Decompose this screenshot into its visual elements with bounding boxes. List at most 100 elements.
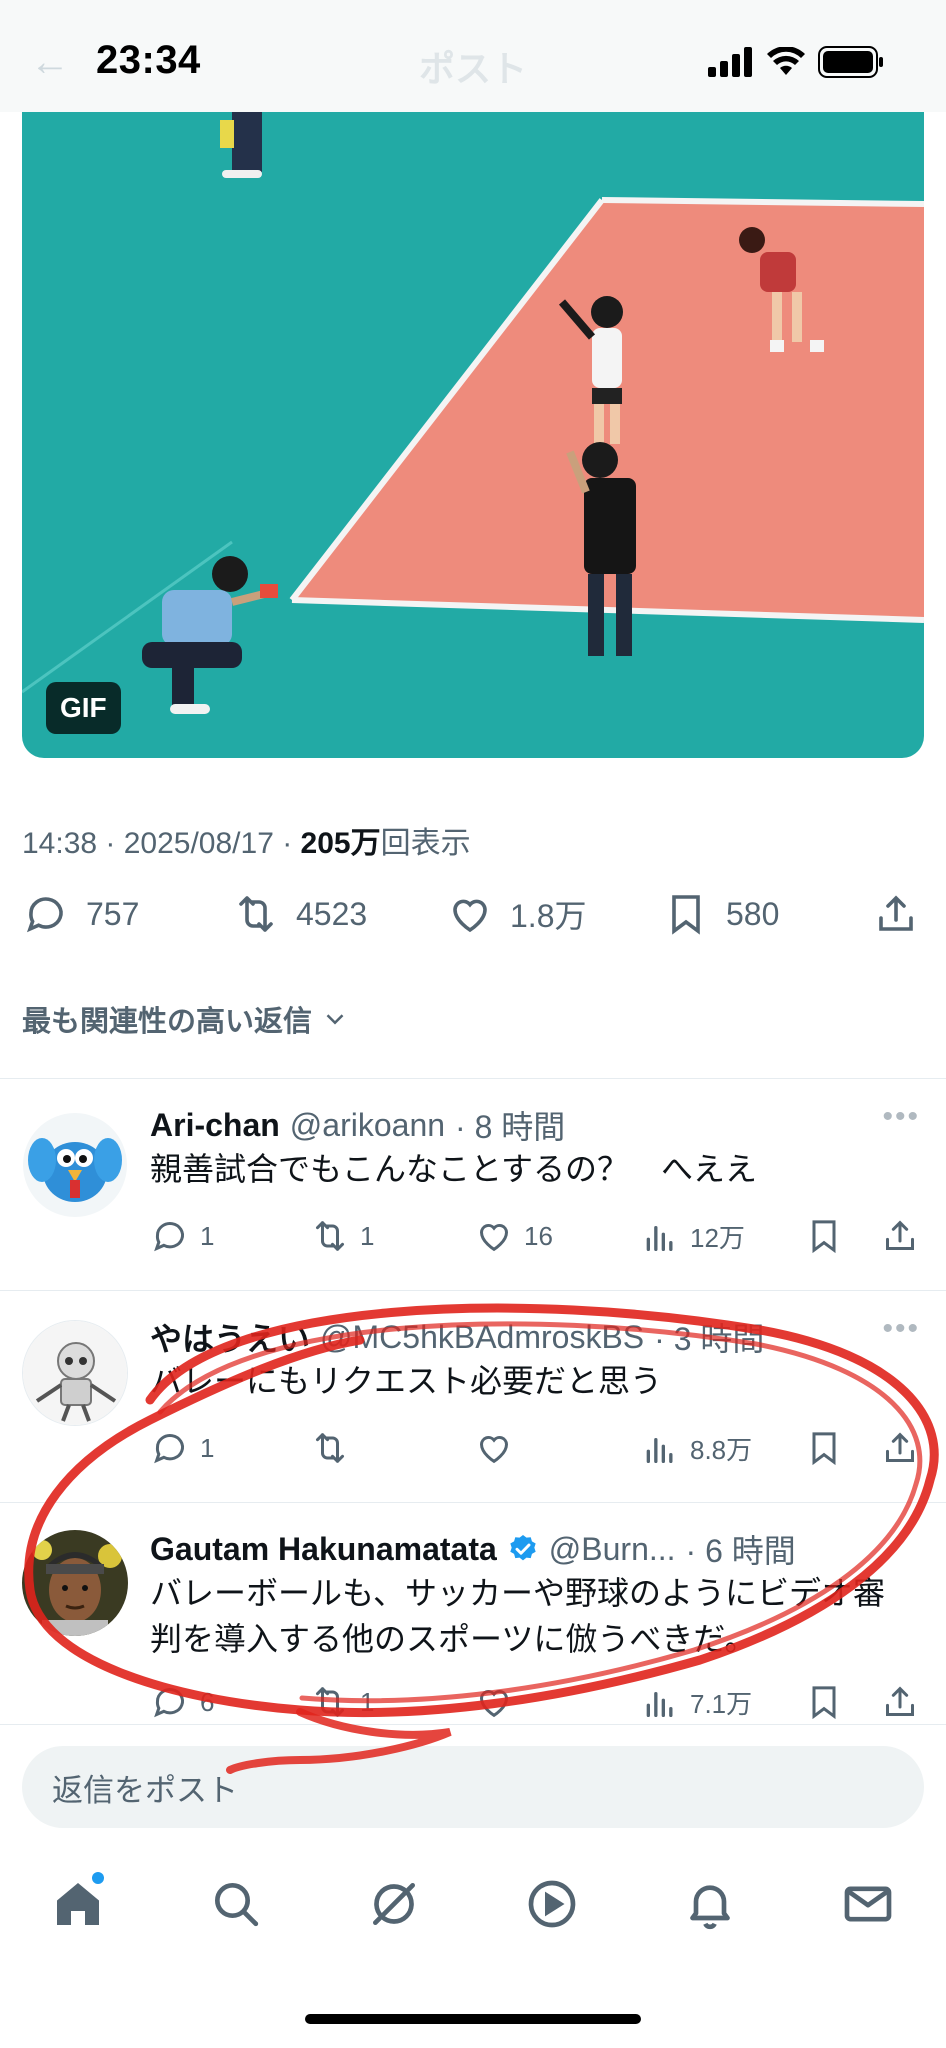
- like-action[interactable]: 16: [474, 1216, 553, 1256]
- composer-placeholder: 返信をポスト: [52, 1772, 238, 1808]
- tab-video[interactable]: [524, 1876, 580, 1932]
- tab-grok[interactable]: [366, 1876, 422, 1932]
- repost-action[interactable]: 1: [310, 1682, 374, 1722]
- avatar[interactable]: [22, 1112, 128, 1218]
- reply-text: バレーにもリクエスト必要だと思う: [150, 1363, 663, 1399]
- heart-icon: [453, 899, 487, 933]
- reply-icon: [154, 1688, 184, 1718]
- views-count: 7.1万: [690, 1688, 753, 1719]
- home-icon: [57, 1883, 99, 1925]
- tab-messages[interactable]: [840, 1876, 896, 1932]
- reply-header: やはうえい @MC5hkBAdmroskBS · 3 時間: [150, 1314, 764, 1360]
- reply-text: 親善試合でもこんなことするの？ へええ: [150, 1151, 758, 1187]
- repost-action[interactable]: [310, 1428, 360, 1468]
- reply-action[interactable]: 1: [150, 1216, 214, 1256]
- reply-author-handle[interactable]: @Burn...: [549, 1531, 676, 1568]
- reply-time: · 6 時間: [685, 1533, 796, 1569]
- reply-text: バレーボールも、サッカーや野球のようにビデオ審判を導入する他のスポーツに倣うべき…: [150, 1575, 886, 1657]
- tab-notifications[interactable]: [682, 1876, 738, 1932]
- tab-home[interactable]: [50, 1876, 106, 1932]
- reply-actions: 1 1 16 12万: [150, 1216, 920, 1260]
- reply-count: 6: [200, 1686, 215, 1717]
- signal-icon: [708, 47, 752, 77]
- search-icon: [215, 1883, 259, 1927]
- reply-author-handle[interactable]: @MC5hkBAdmroskBS: [320, 1319, 644, 1356]
- reply-item[interactable]: Ari-chan @arikoann · 8 時間 ••• 親善試合でもこんなこ…: [0, 1078, 946, 1290]
- like-action[interactable]: [474, 1682, 524, 1722]
- like-action[interactable]: 1.8万: [446, 890, 587, 938]
- reply-icon: [154, 1222, 184, 1252]
- reply-item[interactable]: Gautam Hakunamatata @Burn... · 6 時間 バレーボ…: [0, 1502, 946, 1724]
- bookmark-icon: [672, 895, 700, 935]
- wifi-icon: [767, 47, 805, 75]
- notification-dot: [92, 1872, 104, 1884]
- bookmark-action[interactable]: [804, 1428, 844, 1468]
- reply-sort-label: 最も関連性の高い返信: [22, 1006, 313, 1038]
- share-icon: [886, 1686, 914, 1716]
- reply-header: Ari-chan @arikoann · 8 時間: [150, 1102, 565, 1148]
- views-action[interactable]: 7.1万: [640, 1682, 752, 1722]
- views-suffix: 回表示: [380, 827, 471, 860]
- repost-action[interactable]: 4523: [232, 890, 367, 938]
- tab-search[interactable]: [208, 1876, 264, 1932]
- reply-actions: 6 1 7.1万: [150, 1682, 920, 1724]
- repost-action[interactable]: 1: [310, 1216, 374, 1256]
- post-media-gif[interactable]: GIF: [22, 112, 924, 758]
- share-icon: [886, 1432, 914, 1462]
- more-options-icon[interactable]: •••: [882, 1312, 920, 1346]
- reply-sort-dropdown[interactable]: 最も関連性の高い返信: [22, 998, 350, 1040]
- heart-icon: [479, 1224, 509, 1252]
- status-bar: ← ポスト 23:34: [0, 0, 946, 112]
- views-action[interactable]: 8.8万: [640, 1428, 752, 1468]
- reply-action[interactable]: 1: [150, 1428, 214, 1468]
- more-options-icon[interactable]: •••: [882, 1100, 920, 1134]
- reply-action[interactable]: 6: [150, 1682, 214, 1722]
- bookmark-icon: [812, 1686, 836, 1720]
- repost-icon: [316, 1687, 344, 1717]
- battery-icon: [818, 46, 883, 78]
- like-count: 1.8万: [510, 898, 587, 934]
- avatar[interactable]: [22, 1530, 128, 1636]
- share-action[interactable]: [880, 1216, 920, 1256]
- bookmark-action[interactable]: [804, 1682, 844, 1722]
- reply-action[interactable]: 757: [22, 890, 139, 938]
- gif-badge: GIF: [46, 682, 121, 734]
- reply-item[interactable]: やはうえい @MC5hkBAdmroskBS · 3 時間 ••• バレーにもリ…: [0, 1290, 946, 1502]
- views-action[interactable]: 12万: [640, 1216, 745, 1256]
- analytics-icon: [646, 1226, 673, 1251]
- post-actions: 757 4523 1.8万 580: [22, 890, 924, 950]
- analytics-icon: [646, 1438, 673, 1463]
- reply-author-name[interactable]: Gautam Hakunamatata: [150, 1531, 497, 1568]
- like-action[interactable]: [474, 1428, 524, 1468]
- bookmark-icon: [812, 1220, 836, 1254]
- post-timestamp: 14:38 · 2025/08/17 ·: [22, 827, 301, 860]
- reply-author-name[interactable]: Ari-chan: [150, 1107, 280, 1144]
- video-icon: [528, 1880, 576, 1928]
- status-icons: [708, 46, 884, 78]
- views-count: 205万: [300, 827, 381, 860]
- volleyball-court-image: [22, 112, 924, 758]
- share-action[interactable]: [880, 1682, 920, 1722]
- reply-count: 757: [86, 895, 140, 932]
- share-icon: [886, 1220, 914, 1250]
- reply-icon: [154, 1434, 184, 1464]
- bookmark-action[interactable]: 580: [662, 890, 779, 938]
- reply-author-handle[interactable]: @arikoann: [290, 1107, 445, 1144]
- reply-composer-input[interactable]: 返信をポスト: [22, 1746, 924, 1828]
- share-action[interactable]: [880, 1428, 920, 1468]
- heart-icon: [479, 1436, 509, 1464]
- chevron-down-icon: [326, 1014, 344, 1025]
- repost-count: 4523: [296, 895, 368, 932]
- reply-count: 1: [200, 1432, 215, 1463]
- bookmark-action[interactable]: [804, 1216, 844, 1256]
- repost-count: 1: [360, 1220, 375, 1251]
- reply-author-name[interactable]: やはうえい: [150, 1314, 310, 1360]
- avatar[interactable]: [22, 1320, 128, 1426]
- repost-count: 1: [360, 1686, 375, 1717]
- share-icon: [879, 895, 913, 931]
- share-action[interactable]: [872, 890, 920, 938]
- reply-actions: 1 8.8万: [150, 1428, 920, 1472]
- bookmark-icon: [812, 1432, 836, 1466]
- post-meta: 14:38 · 2025/08/17 · 205万回表示: [22, 818, 471, 862]
- person-avatar-image: [22, 1530, 128, 1636]
